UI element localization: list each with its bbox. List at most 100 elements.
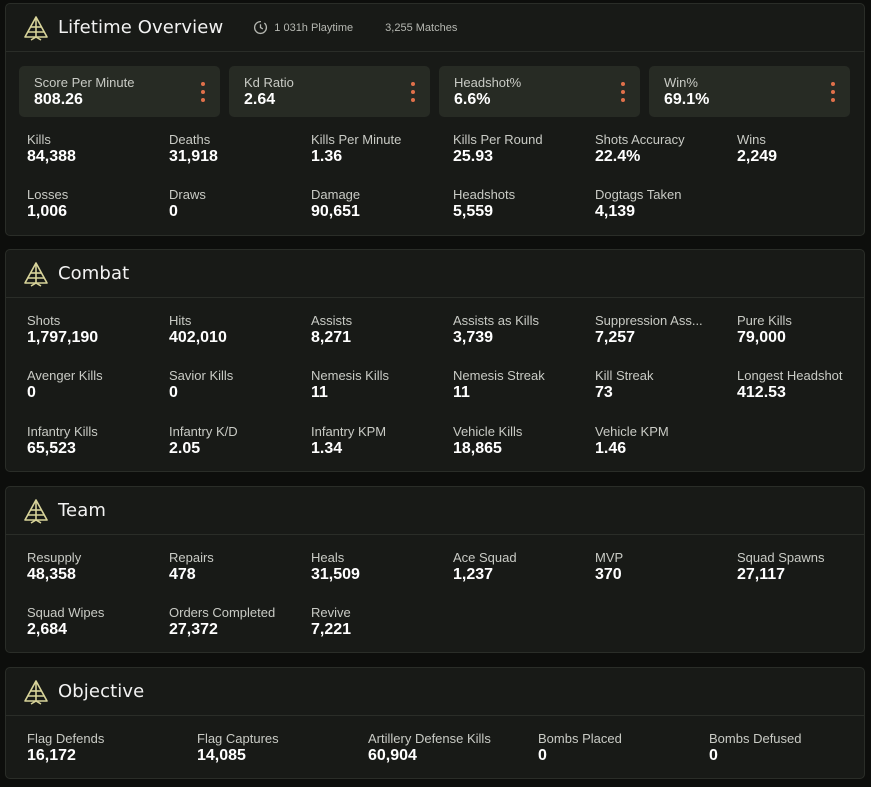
stat-value: 370: [595, 566, 622, 583]
playtime: 1 031h Playtime: [253, 20, 353, 35]
highlight-card-kd-ratio: Kd Ratio 2.64: [229, 66, 430, 117]
stat-item: Headshots 5,559: [453, 187, 593, 221]
stat-item: Shots Accuracy 22.4%: [595, 132, 735, 166]
highlight-card-score-per-minute: Score Per Minute 808.26: [19, 66, 220, 117]
stat-value: 1.34: [311, 440, 343, 457]
stat-value: 18,865: [453, 440, 502, 457]
pyramid-logo-icon: [23, 15, 49, 41]
stat-value: 2,684: [27, 621, 68, 638]
stat-value: 31,509: [311, 566, 360, 583]
stat-item: Wins 2,249: [737, 132, 871, 166]
stat-label: Infantry K/D: [169, 424, 238, 439]
section-title: Objective: [58, 681, 145, 702]
stat-item: Ace Squad 1,237: [453, 550, 593, 584]
panel-header: Objective: [6, 668, 864, 716]
stat-label: Losses: [27, 187, 69, 202]
stat-label: Wins: [737, 132, 766, 147]
stat-item: Avenger Kills 0: [27, 368, 167, 402]
highlight-label: Win%: [664, 75, 698, 90]
stat-label: Orders Completed: [169, 605, 276, 620]
stat-value: 7,221: [311, 621, 352, 638]
stat-value: 0: [709, 747, 718, 764]
highlight-card-headshot: Headshot% 6.6%: [439, 66, 640, 117]
stat-value: 2.05: [169, 440, 201, 457]
stat-label: Repairs: [169, 550, 214, 565]
stat-item: Infantry Kills 65,523: [27, 424, 167, 458]
stat-item: Bombs Defused 0: [709, 731, 859, 765]
stat-value: 8,271: [311, 329, 352, 346]
stat-item: Heals 31,509: [311, 550, 451, 584]
objective-panel: Objective Flag Defends 16,172 Flag Captur…: [5, 667, 865, 779]
stat-item: Assists 8,271: [311, 313, 451, 347]
stat-item: Infantry KPM 1.34: [311, 424, 451, 458]
stat-value: 60,904: [368, 747, 417, 764]
stat-value: 16,172: [27, 747, 76, 764]
stat-item: Suppression Ass... 7,257: [595, 313, 735, 347]
highlight-card-win: Win% 69.1%: [649, 66, 850, 117]
stat-label: Revive: [311, 605, 351, 620]
stat-label: Flag Defends: [27, 731, 105, 746]
stat-item: Draws 0: [169, 187, 309, 221]
stat-label: Shots Accuracy: [595, 132, 685, 147]
stat-value: 25.93: [453, 148, 494, 165]
stat-label: Vehicle KPM: [595, 424, 669, 439]
stat-label: Deaths: [169, 132, 211, 147]
stat-item: Assists as Kills 3,739: [453, 313, 593, 347]
stat-item: MVP 370: [595, 550, 735, 584]
highlight-value: 808.26: [34, 91, 83, 108]
stat-item: Nemesis Streak 11: [453, 368, 593, 402]
stat-value: 412.53: [737, 384, 786, 401]
stat-value: 11: [311, 384, 328, 401]
panel-header: Combat: [6, 250, 864, 298]
stat-value: 31,918: [169, 148, 218, 165]
stat-label: Shots: [27, 313, 61, 328]
stat-value: 0: [27, 384, 36, 401]
pyramid-logo-icon: [23, 261, 49, 287]
stat-value: 79,000: [737, 329, 786, 346]
highlight-value: 2.64: [244, 91, 276, 108]
stat-value: 73: [595, 384, 613, 401]
page-title: Lifetime Overview: [58, 17, 224, 38]
stat-item: Nemesis Kills 11: [311, 368, 451, 402]
stat-value: 1,006: [27, 203, 68, 220]
stat-label: Heals: [311, 550, 345, 565]
combat-panel: Combat Shots 1,797,190 Hits 402,010 Assist…: [5, 249, 865, 472]
stat-item: Squad Wipes 2,684: [27, 605, 167, 639]
stats-page: Lifetime Overview 1 031h Playtime 3,255 …: [0, 0, 871, 787]
stat-item: Savior Kills 0: [169, 368, 309, 402]
kebab-menu-icon[interactable]: [410, 82, 416, 102]
kebab-menu-icon[interactable]: [620, 82, 626, 102]
highlight-label: Score Per Minute: [34, 75, 135, 90]
stat-item: Repairs 478: [169, 550, 309, 584]
section-title: Team: [58, 500, 106, 521]
stat-label: Nemesis Kills: [311, 368, 390, 383]
stat-value: 0: [169, 384, 178, 401]
stat-label: Kill Streak: [595, 368, 654, 383]
panel-header: Team: [6, 487, 864, 535]
stat-item: Hits 402,010: [169, 313, 309, 347]
stat-value: 14,085: [197, 747, 246, 764]
stat-item: Bombs Placed 0: [538, 731, 706, 765]
stat-label: Artillery Defense Kills: [368, 731, 491, 746]
stat-label: Assists: [311, 313, 353, 328]
highlight-label: Headshot%: [454, 75, 522, 90]
stat-label: Hits: [169, 313, 192, 328]
highlight-label: Kd Ratio: [244, 75, 294, 90]
stat-label: Assists as Kills: [453, 313, 539, 328]
lifetime-overview-panel: Lifetime Overview 1 031h Playtime 3,255 …: [5, 3, 865, 236]
stat-label: Savior Kills: [169, 368, 234, 383]
stat-item: Infantry K/D 2.05: [169, 424, 309, 458]
stat-item: Longest Headshot 412.53: [737, 368, 871, 402]
section-title: Combat: [58, 263, 130, 284]
stat-value: 4,139: [595, 203, 636, 220]
pyramid-logo-icon: [23, 679, 49, 705]
stat-label: Ace Squad: [453, 550, 517, 565]
stat-item: Vehicle KPM 1.46: [595, 424, 735, 458]
kebab-menu-icon[interactable]: [200, 82, 206, 102]
stat-item: Vehicle Kills 18,865: [453, 424, 593, 458]
stat-label: MVP: [595, 550, 624, 565]
kebab-menu-icon[interactable]: [830, 82, 836, 102]
stat-item: Kills Per Minute 1.36: [311, 132, 451, 166]
stat-label: Resupply: [27, 550, 82, 565]
stat-value: 1.46: [595, 440, 627, 457]
